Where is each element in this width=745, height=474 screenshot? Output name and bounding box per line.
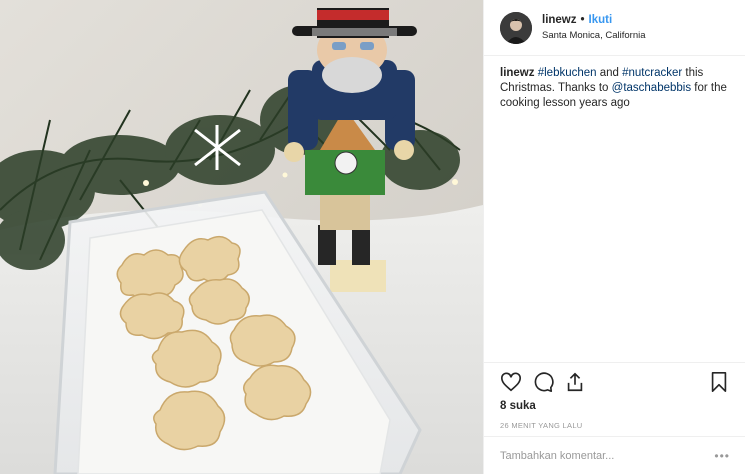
comment-form: •••: [484, 436, 745, 474]
follow-button[interactable]: Ikuti: [589, 14, 613, 26]
post-timestamp: 26 MENIT YANG LALU: [500, 421, 583, 430]
heart-icon[interactable]: [500, 371, 522, 393]
instagram-post: linewz • Ikuti Santa Monica, California …: [0, 0, 745, 474]
comment-icon[interactable]: [532, 371, 554, 393]
location-link[interactable]: Santa Monica, California: [542, 30, 646, 41]
more-options-icon[interactable]: •••: [714, 449, 730, 463]
username-link[interactable]: linewz: [542, 14, 577, 26]
action-bar: [484, 362, 745, 401]
post-header: linewz • Ikuti Santa Monica, California: [484, 0, 745, 56]
bookmark-icon[interactable]: [708, 371, 730, 393]
hashtag-lebkuchen[interactable]: #lebkuchen: [538, 67, 597, 79]
header-text: linewz • Ikuti Santa Monica, California: [542, 14, 646, 41]
separator-dot: •: [580, 14, 585, 26]
caption-username[interactable]: linewz: [500, 67, 535, 79]
like-count[interactable]: 8 suka: [500, 400, 536, 412]
header-row: linewz • Ikuti: [542, 14, 646, 26]
avatar[interactable]: [500, 11, 532, 44]
post-photo[interactable]: [0, 0, 483, 474]
hashtag-nutcracker[interactable]: #nutcracker: [622, 67, 682, 79]
photo-illustration: [0, 0, 483, 474]
post-caption: linewz #lebkuchen and #nutcracker this C…: [500, 66, 736, 111]
comment-input[interactable]: [500, 449, 715, 462]
post-sidebar: linewz • Ikuti Santa Monica, California …: [483, 0, 745, 474]
caption-text-1: and: [596, 67, 623, 79]
mention-link[interactable]: @taschabebbis: [612, 82, 691, 94]
share-icon[interactable]: [564, 371, 586, 393]
